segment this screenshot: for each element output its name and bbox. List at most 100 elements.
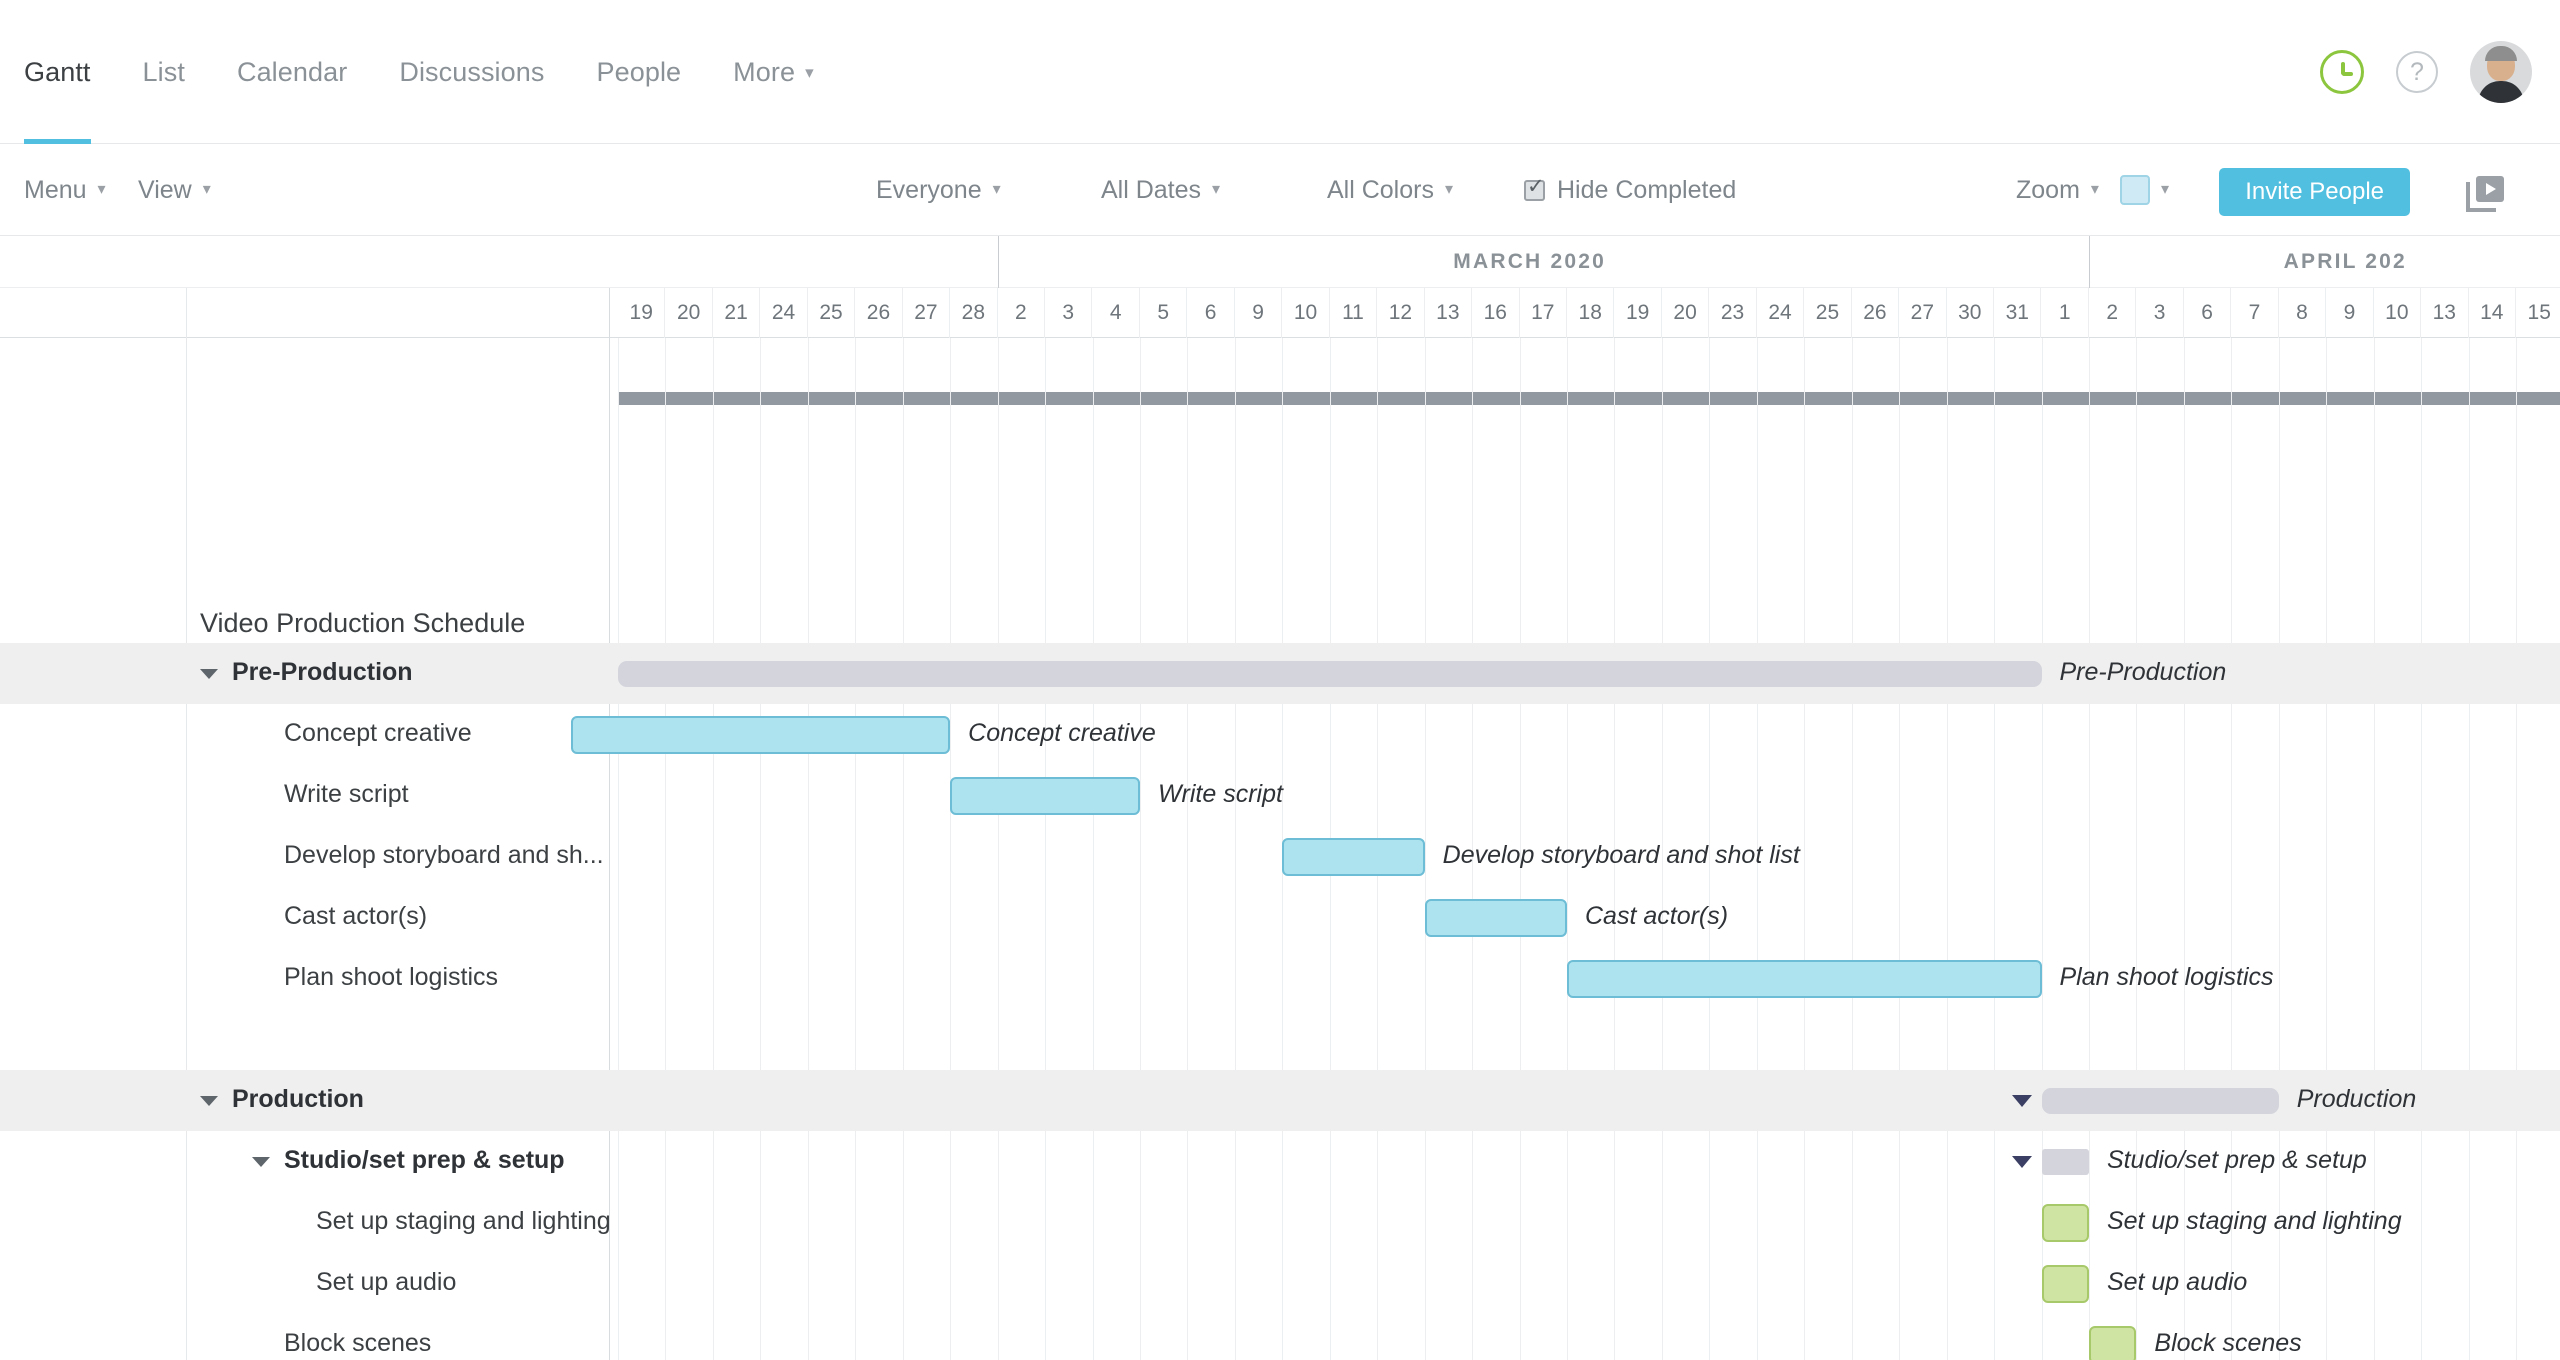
- chevron-down-icon: ▾: [992, 181, 1001, 198]
- grid-line: [1424, 338, 1426, 1360]
- month-label: MARCH 2020: [1453, 250, 1606, 273]
- day-header-cell: 17: [1520, 288, 1567, 338]
- tab-list[interactable]: List: [117, 0, 211, 144]
- tab-discussions[interactable]: Discussions: [373, 0, 570, 144]
- top-navigation-bar: Gantt List Calendar Discussions People More ▾ …: [0, 0, 2560, 144]
- bar-label: Set up staging and lighting: [2106, 1206, 2402, 1235]
- task-bar[interactable]: [2088, 1325, 2137, 1360]
- video-play-icon[interactable]: [2466, 174, 2508, 214]
- primary-tabs: Gantt List Calendar Discussions People More ▾: [24, 0, 840, 144]
- grid-line: [997, 338, 999, 1360]
- task-name[interactable]: Block scenes: [284, 1329, 431, 1358]
- grid-line: [2516, 338, 2517, 1360]
- chevron-down-icon: ▾: [202, 181, 211, 198]
- summary-bar[interactable]: [2041, 1148, 2089, 1175]
- help-icon[interactable]: ?: [2396, 51, 2438, 93]
- month-separator: [997, 236, 999, 288]
- task-name[interactable]: Plan shoot logistics: [284, 963, 498, 992]
- task-bar[interactable]: [570, 715, 951, 754]
- tab-label: List: [142, 56, 185, 87]
- grid-line: [1899, 338, 1901, 1360]
- grid-line: [760, 338, 762, 1360]
- view-label: View: [138, 175, 192, 204]
- month-separator: [2088, 236, 2090, 288]
- assignee-filter-dropdown[interactable]: Everyone ▾: [876, 144, 1001, 236]
- top-nav-actions: ?: [2320, 0, 2532, 144]
- day-header-cell: 20: [665, 288, 713, 338]
- day-header-cell: 26: [1852, 288, 1900, 338]
- task-bar[interactable]: [1282, 837, 1425, 876]
- task-name[interactable]: Set up audio: [316, 1268, 456, 1297]
- task-name[interactable]: Write script: [284, 780, 409, 809]
- date-filter-label: All Dates: [1101, 175, 1202, 204]
- zoom-dropdown[interactable]: Zoom ▾: [2016, 144, 2099, 236]
- month-header-band: [0, 236, 2560, 288]
- day-header-cell: 12: [1377, 288, 1425, 338]
- task-bar[interactable]: [2041, 1203, 2089, 1242]
- row-collapse-toggle[interactable]: [200, 668, 218, 679]
- day-header-cell: 2: [998, 288, 1046, 338]
- task-name[interactable]: Pre-Production: [232, 658, 413, 687]
- day-header-cell: 24: [760, 288, 808, 338]
- day-header-cell: 21: [713, 288, 761, 338]
- timer-icon[interactable]: [2320, 50, 2364, 94]
- day-header-cell: 19: [618, 288, 666, 338]
- tab-gantt[interactable]: Gantt: [24, 0, 117, 144]
- task-name[interactable]: Studio/set prep & setup: [284, 1146, 565, 1175]
- day-header-cell: 25: [808, 288, 856, 338]
- zoom-label: Zoom: [2016, 175, 2080, 204]
- page-title: Video Production Schedule: [200, 608, 526, 638]
- bar-collapse-toggle[interactable]: [2011, 1094, 2032, 1107]
- color-filter-dropdown[interactable]: All Colors ▾: [1327, 144, 1453, 236]
- day-header-cell: 30: [1947, 288, 1995, 338]
- task-bar[interactable]: [2041, 1264, 2089, 1303]
- grid-line: [950, 338, 952, 1360]
- hide-completed-checkbox[interactable]: [1524, 174, 1545, 201]
- task-name[interactable]: Set up staging and lighting: [316, 1207, 611, 1236]
- day-header-cell: 15: [2516, 288, 2560, 338]
- task-bar[interactable]: [1567, 959, 2042, 998]
- chevron-down-icon: ▾: [97, 181, 106, 198]
- bar-collapse-toggle[interactable]: [2011, 1155, 2032, 1168]
- color-swatch-dropdown[interactable]: ▾: [2120, 144, 2169, 236]
- chevron-down-icon: ▾: [2090, 181, 2099, 198]
- task-name[interactable]: Production: [232, 1085, 364, 1114]
- assignee-filter-label: Everyone: [876, 175, 982, 204]
- day-header-cell: 14: [2469, 288, 2516, 338]
- tab-calendar[interactable]: Calendar: [211, 0, 373, 144]
- date-filter-dropdown[interactable]: All Dates ▾: [1101, 144, 1220, 236]
- bar-label: Concept creative: [968, 718, 1156, 747]
- chevron-down-icon: ▾: [2161, 181, 2170, 198]
- day-header-cell: 9: [2326, 288, 2374, 338]
- month-label: APRIL 202: [2283, 250, 2407, 273]
- day-header-cell: 1: [2042, 288, 2089, 338]
- view-dropdown[interactable]: View ▾: [138, 144, 211, 236]
- task-name[interactable]: Develop storyboard and sh...: [284, 841, 604, 870]
- bar-label: Pre-Production: [2059, 657, 2227, 686]
- row-collapse-toggle[interactable]: [200, 1095, 218, 1106]
- day-header-cell: 3: [2136, 288, 2184, 338]
- task-bar[interactable]: [1424, 898, 1567, 937]
- row-collapse-toggle[interactable]: [252, 1156, 270, 1167]
- grid-line: [1187, 338, 1189, 1360]
- grid-line: [1092, 338, 1094, 1360]
- avatar[interactable]: [2470, 41, 2532, 103]
- grid-line: [2468, 338, 2470, 1360]
- hide-completed-toggle[interactable]: Hide Completed: [1524, 144, 1736, 236]
- summary-bar[interactable]: [2041, 1087, 2279, 1114]
- summary-bar[interactable]: [618, 660, 2042, 687]
- invite-people-button[interactable]: Invite People: [2219, 168, 2410, 216]
- grid-line: [665, 338, 667, 1360]
- task-bar[interactable]: [950, 776, 1140, 815]
- day-header-cell: 18: [1567, 288, 1615, 338]
- task-name[interactable]: Concept creative: [284, 719, 472, 748]
- bar-label: Write script: [1157, 779, 1283, 808]
- chevron-down-icon: ▾: [805, 62, 814, 82]
- tab-label: People: [596, 56, 682, 87]
- bar-label: Cast actor(s): [1585, 901, 1729, 930]
- tab-people[interactable]: People: [571, 0, 708, 144]
- tab-more[interactable]: More ▾: [707, 0, 840, 144]
- menu-dropdown[interactable]: Menu ▾: [24, 144, 106, 236]
- task-name[interactable]: Cast actor(s): [284, 902, 427, 931]
- color-swatch-icon[interactable]: [2120, 175, 2150, 205]
